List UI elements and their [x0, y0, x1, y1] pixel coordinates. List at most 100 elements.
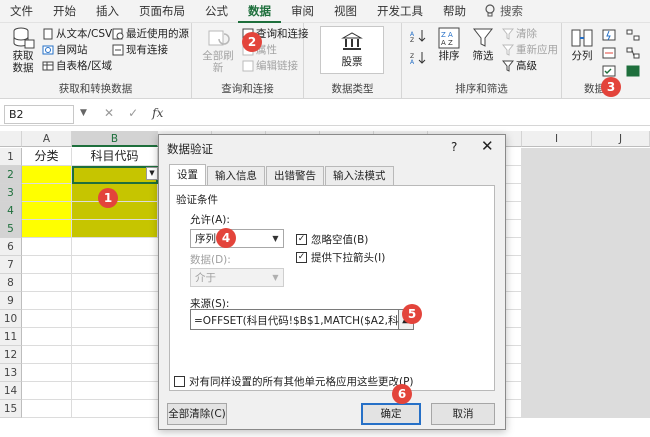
sort-descending-button[interactable]: ZA	[410, 51, 428, 65]
step-marker-6: 6	[392, 384, 412, 404]
existing-connections-button[interactable]: 现有连接	[112, 42, 168, 57]
stock-data-type-button[interactable]: 股票	[320, 26, 384, 74]
enter-icon[interactable]: ✓	[128, 106, 138, 120]
row-header-14[interactable]: 14	[0, 382, 22, 400]
recent-sources-button[interactable]: 最近使用的源	[112, 26, 189, 41]
tab-view[interactable]: 视图	[324, 0, 367, 23]
group-label-get-transform: 获取和转换数据	[58, 83, 133, 95]
source-input[interactable]: =OFFSET(科目代码!$B$1,MATCH($A2,科目代码	[190, 309, 410, 330]
apply-all-checkbox[interactable]: 对有同样设置的所有其他单元格应用这些更改(P)	[174, 374, 414, 389]
dialog-title: 数据验证	[167, 142, 213, 156]
row-header-8[interactable]: 8	[0, 274, 22, 292]
tab-page-layout[interactable]: 页面布局	[129, 0, 195, 23]
refresh-all-button[interactable]: 全部刷新	[198, 26, 238, 74]
row-header-4[interactable]: 4	[0, 202, 22, 220]
step-marker-1: 1	[98, 188, 118, 208]
cell-b1[interactable]: 科目代码	[72, 148, 158, 166]
row-header-15[interactable]: 15	[0, 400, 22, 418]
right-cells-area[interactable]	[506, 148, 650, 418]
row-header-9[interactable]: 9	[0, 292, 22, 310]
clear-filter-icon	[502, 28, 514, 40]
edit-links-button[interactable]: 编辑链接	[242, 58, 298, 73]
select-all-corner[interactable]	[0, 131, 22, 147]
tab-ime-mode[interactable]: 输入法模式	[325, 166, 394, 185]
clear-all-button[interactable]: 全部清除(C)	[167, 403, 227, 425]
ok-button[interactable]: 确定	[361, 403, 421, 425]
clear-filter-button[interactable]: 清除	[502, 26, 537, 41]
tab-home[interactable]: 开始	[43, 0, 86, 23]
queries-connections-label: 查询和连接	[256, 28, 309, 40]
row-header-13[interactable]: 13	[0, 364, 22, 382]
tab-formulas[interactable]: 公式	[195, 0, 238, 23]
row-header-2[interactable]: 2	[0, 166, 22, 184]
ignore-blank-checkbox[interactable]: ✓ 忽略空值(B)	[296, 232, 368, 247]
reapply-button[interactable]: 重新应用	[502, 42, 558, 57]
row-header-11[interactable]: 11	[0, 328, 22, 346]
consolidate-icon	[626, 29, 640, 41]
tab-file[interactable]: 文件	[0, 0, 43, 23]
tab-error-alert[interactable]: 出错警告	[266, 166, 324, 185]
group-sort-filter: AZ ZA Z AA Z 排序 筛选 清除 重新应用 高级 排序和筛选	[402, 23, 562, 99]
filter-label: 筛选	[472, 50, 494, 62]
formula-bar-icons: ✕ ✓ fx	[104, 106, 163, 120]
data-validation-button[interactable]	[602, 65, 616, 77]
manage-data-model-button[interactable]	[626, 65, 640, 77]
sort-ascending-button[interactable]: AZ	[410, 29, 428, 43]
advanced-filter-button[interactable]: 高级	[502, 58, 537, 73]
col-header-j[interactable]: J	[592, 131, 650, 147]
step-marker-3: 3	[601, 77, 621, 97]
bank-icon	[341, 31, 363, 51]
svg-text:Z: Z	[410, 37, 414, 43]
cancel-icon[interactable]: ✕	[104, 106, 114, 120]
cell-a5[interactable]	[22, 220, 72, 238]
from-table-button[interactable]: 自表格/区域	[42, 58, 112, 73]
sort-icon: Z AA Z	[437, 26, 461, 50]
remove-duplicates-button[interactable]	[602, 47, 616, 59]
col-header-b[interactable]: B	[72, 131, 158, 147]
text-to-columns-button[interactable]: 分列	[568, 26, 596, 62]
row-header-5[interactable]: 5	[0, 220, 22, 238]
cell-b5[interactable]	[72, 220, 158, 238]
cell-a3[interactable]	[22, 184, 72, 202]
flash-fill-button[interactable]	[602, 29, 616, 41]
cell-a1[interactable]: 分类	[22, 148, 72, 166]
search-box[interactable]: 搜索	[484, 3, 523, 19]
col-header-a[interactable]: A	[22, 131, 72, 147]
cell-a4[interactable]	[22, 202, 72, 220]
tab-data[interactable]: 数据	[238, 0, 281, 23]
col-header-i[interactable]: I	[522, 131, 592, 147]
ribbon: 获取数据 从文本/CSV 自网站 自表格/区域 最近使用的源 现有连接 获取和转…	[0, 23, 650, 99]
tab-insert[interactable]: 插入	[86, 0, 129, 23]
empty-cells-area[interactable]	[22, 238, 158, 418]
tab-settings[interactable]: 设置	[169, 164, 206, 185]
consolidate-button[interactable]	[626, 29, 640, 41]
recent-icon	[112, 28, 124, 40]
filter-button[interactable]: 筛选	[468, 26, 498, 62]
row-header-12[interactable]: 12	[0, 346, 22, 364]
data-select[interactable]: 介于 ▼	[190, 268, 284, 287]
cell-a2[interactable]	[22, 166, 72, 184]
sort-button[interactable]: Z AA Z 排序	[434, 26, 464, 62]
relationships-button[interactable]	[626, 47, 640, 59]
close-icon[interactable]: ✕	[481, 137, 494, 155]
row-header-3[interactable]: 3	[0, 184, 22, 202]
help-icon[interactable]: ?	[451, 140, 457, 154]
tab-input-message[interactable]: 输入信息	[207, 166, 265, 185]
from-web-button[interactable]: 自网站	[42, 42, 88, 57]
from-text-csv-button[interactable]: 从文本/CSV	[42, 26, 112, 41]
row-header-1[interactable]: 1	[0, 148, 22, 166]
name-box[interactable]: B2	[4, 105, 74, 124]
row-header-6[interactable]: 6	[0, 238, 22, 256]
name-box-dropdown-icon[interactable]: ▼	[80, 108, 87, 118]
tab-review[interactable]: 审阅	[281, 0, 324, 23]
insert-function-icon[interactable]: fx	[152, 106, 163, 120]
get-data-button[interactable]: 获取数据	[6, 26, 40, 74]
row-header-7[interactable]: 7	[0, 256, 22, 274]
tab-developer[interactable]: 开发工具	[367, 0, 433, 23]
allow-select[interactable]: 序列 ▼	[190, 229, 284, 248]
row-header-10[interactable]: 10	[0, 310, 22, 328]
cell-dropdown-arrow-icon[interactable]: ▼	[146, 167, 158, 180]
dropdown-arrow-checkbox[interactable]: ✓ 提供下拉箭头(I)	[296, 250, 385, 265]
cancel-button[interactable]: 取消	[431, 403, 495, 425]
tab-help[interactable]: 帮助	[433, 0, 476, 23]
